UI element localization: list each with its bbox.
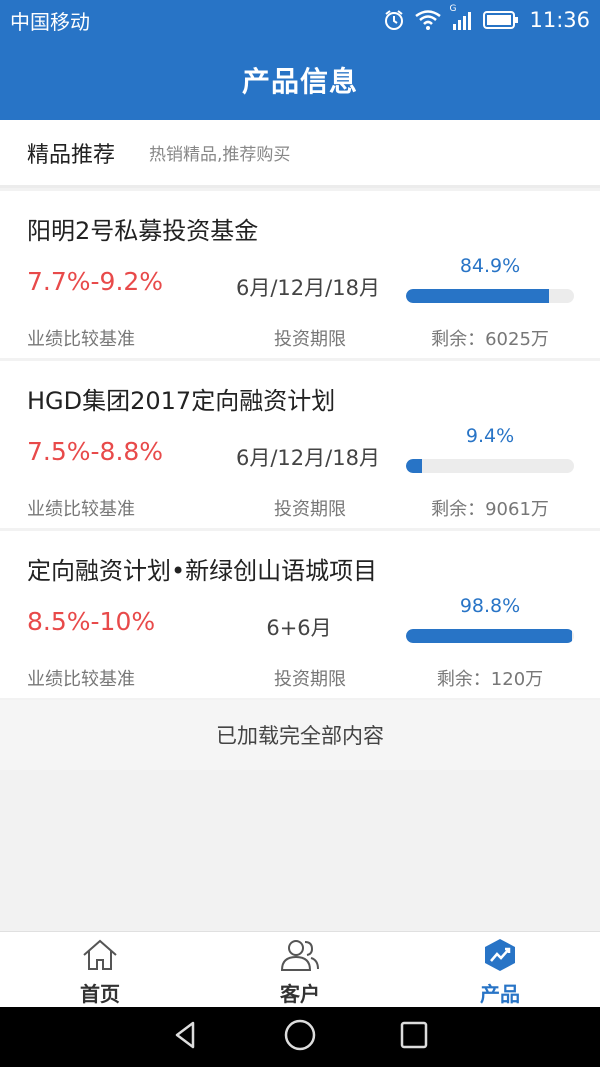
progress-bar bbox=[406, 459, 574, 473]
rate-label: 业绩比较基准 bbox=[27, 499, 135, 520]
battery-icon bbox=[483, 10, 519, 30]
product-term: 6月/12月/18月 bbox=[236, 446, 380, 470]
rate-label: 业绩比较基准 bbox=[27, 329, 135, 350]
progress-bar bbox=[406, 629, 574, 643]
product-card[interactable]: HGD集团2017定向融资计划 7.5%-8.8% 6月/12月/18月 9.4… bbox=[0, 361, 600, 528]
tab-products[interactable]: 产品 bbox=[400, 932, 600, 1007]
product-rate: 7.5%-8.8% bbox=[27, 437, 164, 466]
progress-fill bbox=[406, 629, 572, 643]
home-button-icon[interactable] bbox=[283, 1018, 317, 1056]
progress-percent: 9.4% bbox=[465, 425, 515, 447]
term-label: 投资期限 bbox=[274, 329, 346, 350]
bottom-tab-bar: 首页 客户 产品 bbox=[0, 931, 600, 1007]
product-term: 6月/12月/18月 bbox=[236, 276, 380, 300]
tab-label: 客户 bbox=[280, 982, 320, 1006]
product-name: HGD集团2017定向融资计划 bbox=[27, 387, 336, 415]
remaining-amount: 剩余：9061万 bbox=[431, 499, 549, 520]
wifi-icon bbox=[415, 10, 442, 30]
back-icon[interactable] bbox=[171, 1020, 201, 1054]
status-bar: 中国移动 G 11:36 bbox=[0, 0, 600, 40]
progress-fill bbox=[406, 459, 422, 473]
product-card[interactable]: 阳明2号私募投资基金 7.7%-9.2% 6月/12月/18月 84.9% 业绩… bbox=[0, 191, 600, 358]
app-header: 产品信息 bbox=[0, 40, 600, 120]
remaining-amount: 剩余：6025万 bbox=[431, 329, 549, 350]
product-name: 阳明2号私募投资基金 bbox=[27, 217, 259, 245]
progress-fill bbox=[406, 289, 549, 303]
product-card[interactable]: 定向融资计划•新绿创山语城项目 8.5%-10% 6+6月 98.8% 业绩比较… bbox=[0, 531, 600, 698]
tab-label: 产品 bbox=[480, 982, 520, 1006]
clock: 11:36 bbox=[529, 8, 590, 32]
product-chart-icon bbox=[482, 938, 518, 976]
tab-label: 首页 bbox=[80, 982, 120, 1006]
product-rate: 7.7%-9.2% bbox=[27, 267, 164, 296]
section-subtitle: 热销精品,推荐购买 bbox=[149, 145, 291, 165]
carrier-name: 中国移动 bbox=[10, 9, 90, 34]
product-term: 6+6月 bbox=[266, 616, 332, 640]
progress-percent: 84.9% bbox=[459, 255, 521, 277]
tab-home[interactable]: 首页 bbox=[0, 932, 200, 1007]
remaining-amount: 剩余：120万 bbox=[436, 669, 544, 690]
load-complete-message: 已加载完全部内容 bbox=[0, 700, 600, 770]
alarm-icon bbox=[383, 9, 405, 31]
rate-label: 业绩比较基准 bbox=[27, 669, 135, 690]
signal-icon: G bbox=[449, 4, 473, 30]
section-header: 精品推荐 热销精品,推荐购买 bbox=[0, 120, 600, 188]
progress-bar bbox=[406, 289, 574, 303]
tab-customers[interactable]: 客户 bbox=[200, 932, 400, 1007]
network-type: G bbox=[449, 4, 457, 14]
customers-icon bbox=[279, 938, 321, 976]
recents-icon[interactable] bbox=[399, 1020, 429, 1054]
system-nav-bar bbox=[0, 1007, 600, 1067]
product-rate: 8.5%-10% bbox=[27, 607, 156, 636]
term-label: 投资期限 bbox=[274, 669, 346, 690]
term-label: 投资期限 bbox=[274, 499, 346, 520]
home-icon bbox=[80, 938, 120, 976]
section-title: 精品推荐 bbox=[27, 142, 116, 168]
progress-percent: 98.8% bbox=[459, 595, 521, 617]
product-name: 定向融资计划•新绿创山语城项目 bbox=[27, 557, 378, 585]
page-title: 产品信息 bbox=[241, 65, 358, 98]
